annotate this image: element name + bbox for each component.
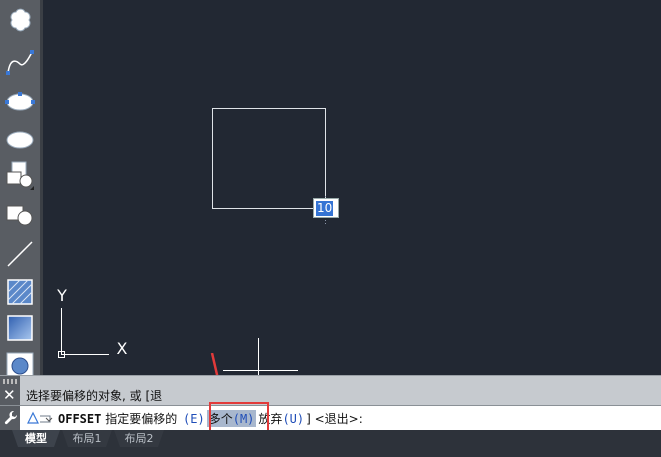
command-window-grip[interactable]: ✕ (0, 376, 20, 406)
command-prompt-icon[interactable] (26, 409, 56, 427)
wrench-icon[interactable] (4, 410, 18, 426)
canvas-drawing: Y X (56, 108, 326, 375)
option-through[interactable]: (E) (181, 412, 207, 426)
annotation-highlight-box (209, 402, 269, 433)
dynamic-input-value: 10 (316, 201, 334, 216)
ellipse-icon[interactable] (4, 86, 36, 118)
layout-tabs: 模型 布局1 布局2 (0, 430, 661, 457)
tab-model[interactable]: 模型 (12, 430, 60, 447)
prompt-text: 指定要偏移的 (105, 412, 178, 426)
ucs-y-label: Y (56, 286, 67, 305)
tab-layout2[interactable]: 布局2 (114, 430, 164, 447)
prompt-suffix: ] <退出>: (306, 412, 363, 426)
command-line[interactable]: OFFSET 指定要偏移的 (E) 多个(M) 放弃(U)] <退出>: (0, 405, 661, 431)
revision-cloud-icon[interactable] (4, 4, 36, 36)
make-block-icon[interactable] (4, 200, 36, 232)
insert-block-icon[interactable] (4, 160, 36, 192)
drawing-canvas[interactable]: Y X 10 (43, 0, 661, 375)
autocad-window: Y X 10 ✕ 选择要偏移的对象, 或 [退 OFFSET 指定要偏移的 (E… (0, 0, 661, 457)
draw-toolbar (0, 0, 43, 380)
customize-grip[interactable] (0, 406, 20, 430)
command-name: OFFSET (58, 412, 102, 426)
line-icon[interactable] (4, 238, 36, 270)
rectangle-object (212, 108, 326, 209)
hatch-icon[interactable] (4, 276, 36, 308)
spline-icon[interactable] (4, 46, 36, 78)
command-history: ✕ 选择要偏移的对象, 或 [退 (0, 375, 661, 406)
close-icon[interactable]: ✕ (3, 388, 16, 403)
dynamic-input-box[interactable]: 10 (313, 198, 339, 218)
ellipse-arc-icon[interactable] (4, 124, 36, 156)
history-line: 选择要偏移的对象, 或 [退 (26, 389, 163, 403)
ucs-x-label: X (117, 339, 128, 358)
tab-layout1[interactable]: 布局1 (62, 430, 112, 447)
gradient-icon[interactable] (4, 312, 36, 344)
